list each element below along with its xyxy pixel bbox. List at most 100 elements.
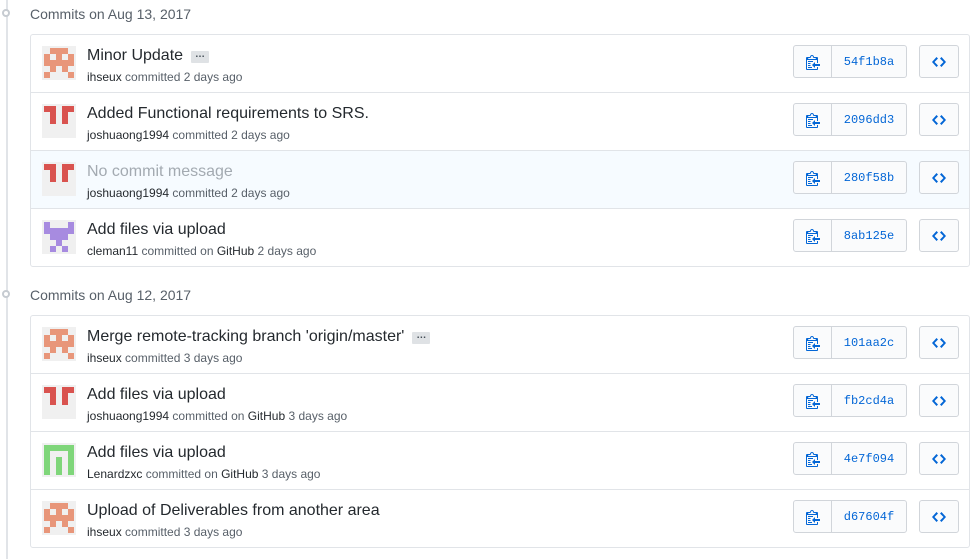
browse-files-button[interactable] bbox=[919, 442, 959, 475]
commit-title[interactable]: No commit message bbox=[87, 163, 233, 181]
identicon-graphic bbox=[42, 385, 76, 419]
commit-row: Added Functional requirements to SRS. jo… bbox=[31, 92, 969, 150]
commit-sha-link[interactable]: 4e7f094 bbox=[832, 443, 906, 474]
commit-group-header: Commits on Aug 12, 2017 bbox=[0, 281, 973, 311]
browse-files-button[interactable] bbox=[919, 45, 959, 78]
avatar[interactable] bbox=[42, 501, 76, 535]
commit-time: 2 days ago bbox=[180, 70, 243, 84]
commit-title[interactable]: Add files via upload bbox=[87, 444, 226, 462]
commit-verb: committed bbox=[169, 128, 228, 142]
code-icon bbox=[932, 337, 946, 348]
commit-sha-link[interactable]: 2096dd3 bbox=[832, 104, 906, 135]
avatar[interactable] bbox=[42, 220, 76, 254]
clippy-icon bbox=[805, 228, 820, 244]
commit-list: Minor Update … ihseux committed 2 days ag… bbox=[30, 34, 970, 267]
copy-sha-button[interactable] bbox=[794, 327, 832, 358]
browse-files-button[interactable] bbox=[919, 384, 959, 417]
git-commit-icon bbox=[2, 9, 10, 17]
commit-author[interactable]: ihseux bbox=[87, 70, 122, 84]
commit-title[interactable]: Upload of Deliverables from another area bbox=[87, 502, 380, 520]
copy-sha-button[interactable] bbox=[794, 501, 832, 532]
commit-title[interactable]: Add files via upload bbox=[87, 221, 226, 239]
code-icon bbox=[932, 56, 946, 67]
copy-sha-button[interactable] bbox=[794, 443, 832, 474]
identicon-graphic bbox=[42, 46, 76, 80]
identicon-graphic bbox=[42, 443, 76, 477]
identicon-graphic bbox=[42, 327, 76, 361]
ellipsis-button[interactable]: … bbox=[412, 331, 431, 344]
commit-sha-link[interactable]: 280f58b bbox=[832, 162, 906, 193]
commit-sha-link[interactable]: 8ab125e bbox=[832, 220, 906, 251]
commit-via[interactable]: GitHub bbox=[248, 409, 285, 423]
avatar[interactable] bbox=[42, 327, 76, 361]
code-icon bbox=[932, 395, 946, 406]
commit-author[interactable]: ihseux bbox=[87, 351, 122, 365]
code-icon bbox=[932, 453, 946, 464]
commit-message[interactable]: Added Functional requirements to SRS. bbox=[87, 105, 369, 122]
commit-verb: committed bbox=[121, 351, 181, 365]
commit-meta: ihseux committed 3 days ago bbox=[87, 351, 242, 365]
commit-group-header: Commits on Aug 13, 2017 bbox=[0, 0, 973, 30]
commit-time: 2 days ago bbox=[227, 186, 290, 200]
copy-sha-button[interactable] bbox=[794, 385, 832, 416]
commit-title[interactable]: Merge remote-tracking branch 'origin/mas… bbox=[87, 328, 431, 346]
browse-files-button[interactable] bbox=[919, 161, 959, 194]
identicon-graphic bbox=[42, 501, 76, 535]
commit-meta: joshuaong1994 committed 2 days ago bbox=[87, 128, 290, 142]
copy-sha-button[interactable] bbox=[794, 46, 832, 77]
avatar[interactable] bbox=[42, 46, 76, 80]
commit-title[interactable]: Minor Update … bbox=[87, 47, 210, 65]
commit-time: 3 days ago bbox=[285, 409, 348, 423]
commit-author[interactable]: cleman11 bbox=[87, 244, 138, 258]
commit-message[interactable]: Minor Update bbox=[87, 47, 183, 64]
commit-sha-link[interactable]: 101aa2c bbox=[832, 327, 906, 358]
commit-sha-link[interactable]: fb2cd4a bbox=[832, 385, 906, 416]
sha-button-group: 280f58b bbox=[793, 161, 907, 194]
sha-button-group: d67604f bbox=[793, 500, 907, 533]
commit-row: Upload of Deliverables from another area… bbox=[31, 489, 969, 547]
avatar[interactable] bbox=[42, 443, 76, 477]
commit-message[interactable]: Upload of Deliverables from another area bbox=[87, 502, 380, 519]
commit-message[interactable]: Add files via upload bbox=[87, 386, 226, 403]
commit-row: Merge remote-tracking branch 'origin/mas… bbox=[31, 316, 969, 373]
browse-files-button[interactable] bbox=[919, 219, 959, 252]
commit-author[interactable]: joshuaong1994 bbox=[87, 409, 169, 423]
commit-row: Add files via upload Lenardzxc committed… bbox=[31, 431, 969, 489]
commit-row: Add files via upload joshuaong1994 commi… bbox=[31, 373, 969, 431]
identicon-graphic bbox=[42, 220, 76, 254]
commit-message[interactable]: Add files via upload bbox=[87, 444, 226, 461]
commit-author[interactable]: Lenardzxc bbox=[87, 467, 142, 481]
copy-sha-button[interactable] bbox=[794, 104, 832, 135]
ellipsis-button[interactable]: … bbox=[191, 50, 210, 63]
avatar[interactable] bbox=[42, 104, 76, 138]
timeline-line bbox=[6, 0, 8, 559]
commit-message[interactable]: No commit message bbox=[87, 163, 233, 180]
commit-meta: joshuaong1994 committed on GitHub 3 days… bbox=[87, 409, 347, 423]
commit-author[interactable]: joshuaong1994 bbox=[87, 186, 169, 200]
browse-files-button[interactable] bbox=[919, 326, 959, 359]
browse-files-button[interactable] bbox=[919, 103, 959, 136]
commit-title[interactable]: Added Functional requirements to SRS. bbox=[87, 105, 369, 123]
commit-verb: committed bbox=[121, 525, 181, 539]
commit-via[interactable]: GitHub bbox=[217, 244, 254, 258]
commit-title[interactable]: Add files via upload bbox=[87, 386, 226, 404]
clippy-icon bbox=[805, 112, 820, 128]
commit-message[interactable]: Merge remote-tracking branch 'origin/mas… bbox=[87, 328, 404, 345]
avatar[interactable] bbox=[42, 162, 76, 196]
commit-verb: committed on bbox=[138, 244, 217, 258]
sha-button-group: 101aa2c bbox=[793, 326, 907, 359]
commit-sha-link[interactable]: 54f1b8a bbox=[832, 46, 906, 77]
clippy-icon bbox=[805, 451, 820, 467]
sha-button-group: 54f1b8a bbox=[793, 45, 907, 78]
commit-author[interactable]: ihseux bbox=[87, 525, 122, 539]
commit-via[interactable]: GitHub bbox=[221, 467, 258, 481]
browse-files-button[interactable] bbox=[919, 500, 959, 533]
commit-message[interactable]: Add files via upload bbox=[87, 221, 226, 238]
copy-sha-button[interactable] bbox=[794, 162, 832, 193]
commit-time: 2 days ago bbox=[227, 128, 290, 142]
avatar[interactable] bbox=[42, 385, 76, 419]
commit-sha-link[interactable]: d67604f bbox=[832, 501, 906, 532]
commit-author[interactable]: joshuaong1994 bbox=[87, 128, 169, 142]
copy-sha-button[interactable] bbox=[794, 220, 832, 251]
commit-row: No commit message joshuaong1994 committe… bbox=[31, 150, 969, 208]
